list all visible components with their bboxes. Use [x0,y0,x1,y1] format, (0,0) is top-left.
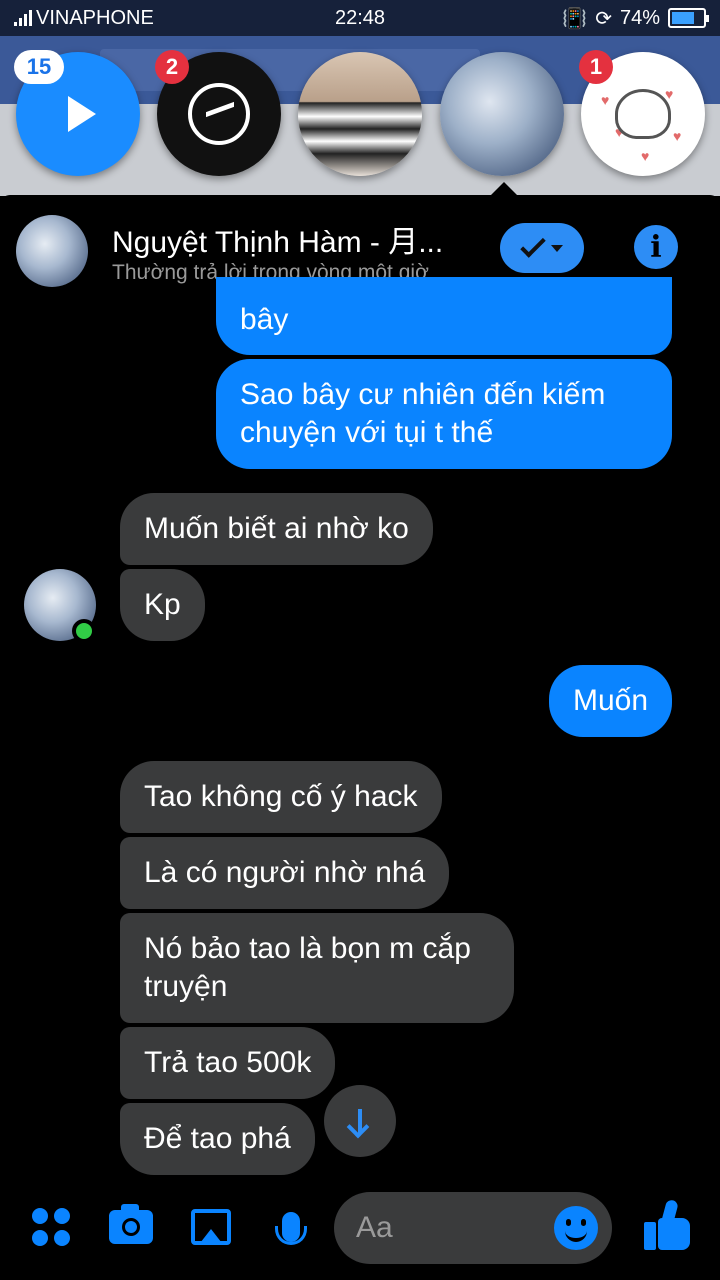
heart-icon: ♥ [673,128,682,144]
message-bubble-outgoing[interactable]: Muốn [548,665,672,737]
chathead-badge: 15 [14,50,64,84]
info-button[interactable]: i [634,225,678,269]
camera-icon [109,1204,153,1244]
chathead-badge: 2 [155,50,189,84]
contact-name[interactable]: Nguyệt Thịnh Hàm - 月... [112,217,443,261]
message-bubble-outgoing[interactable]: bây [216,277,672,355]
like-button[interactable] [644,1198,692,1252]
lock-rotation-icon: ⟳ [595,7,612,30]
chathead-pointer [490,182,518,196]
contact-avatar[interactable] [16,215,88,287]
chat-panel: Nguyệt Thịnh Hàm - 月... Thường trả lời t… [0,195,720,1280]
online-status-dot [72,619,96,643]
signal-icon [14,10,32,26]
thumbs-up-icon [644,1222,656,1250]
chathead-badge: 1 [579,50,613,84]
microphone-icon [275,1212,307,1245]
battery-percent: 74% [619,6,660,29]
chathead-active-contact-avatar[interactable] [440,52,564,176]
camera-button[interactable] [108,1204,154,1250]
message-bubble-incoming[interactable]: Để tao phá [120,1103,315,1175]
message-bubble-incoming[interactable]: Trả tao 500k [120,1027,336,1099]
heart-icon: ♥ [641,148,650,164]
status-left: VINAPHONE [14,7,154,30]
chevron-down-icon [551,244,563,252]
info-icon: i [650,229,662,265]
chathead-contact-avatar[interactable] [298,52,422,176]
composer-bar: Aa [0,1180,720,1280]
heart-icon: ♥ [601,92,610,108]
scroll-to-bottom-button[interactable] [324,1085,396,1157]
battery-icon [668,8,709,28]
vibrate-icon: 📳 [562,7,588,30]
message-input-placeholder: Aa [356,1211,393,1244]
status-right: 📳 ⟳ 74% [562,6,709,31]
message-bubble-incoming[interactable]: Nó bảo tao là bọn m cắp truyện [120,913,514,1023]
message-bubble-incoming[interactable]: Là có người nhờ nhá [120,837,450,909]
message-input[interactable]: Aa [334,1192,612,1264]
check-icon [520,232,546,258]
message-bubble-incoming[interactable]: Kp [120,569,205,641]
message-bubble-incoming[interactable]: Tao không cố ý hack [120,761,442,833]
carrier-label: VINAPHONE [36,6,154,29]
message-bubble-incoming[interactable]: Muốn biết ai nhờ ko [120,493,433,565]
play-icon [68,96,96,132]
message-bubble-outgoing[interactable]: Sao bây cư nhiên đến kiếm chuyện với tụi… [216,359,672,469]
chathead-video[interactable]: 15 [14,50,140,176]
more-actions-button[interactable] [28,1204,74,1250]
chathead-contact-avatar[interactable]: 1 ♥ ♥ ♥ ♥ ♥ [579,50,705,176]
voice-button[interactable] [268,1204,314,1250]
grid-icon [32,1208,70,1246]
messenger-icon [188,83,250,145]
chathead-messenger[interactable]: 2 [155,50,281,176]
mark-read-button[interactable] [500,223,584,273]
arrow-down-icon [358,1109,362,1133]
status-bar: VINAPHONE 22:48 📳 ⟳ 74% [0,0,720,36]
cat-illustration [615,89,671,139]
image-icon [191,1209,231,1245]
emoji-icon[interactable] [554,1206,598,1250]
gallery-button[interactable] [188,1204,234,1250]
